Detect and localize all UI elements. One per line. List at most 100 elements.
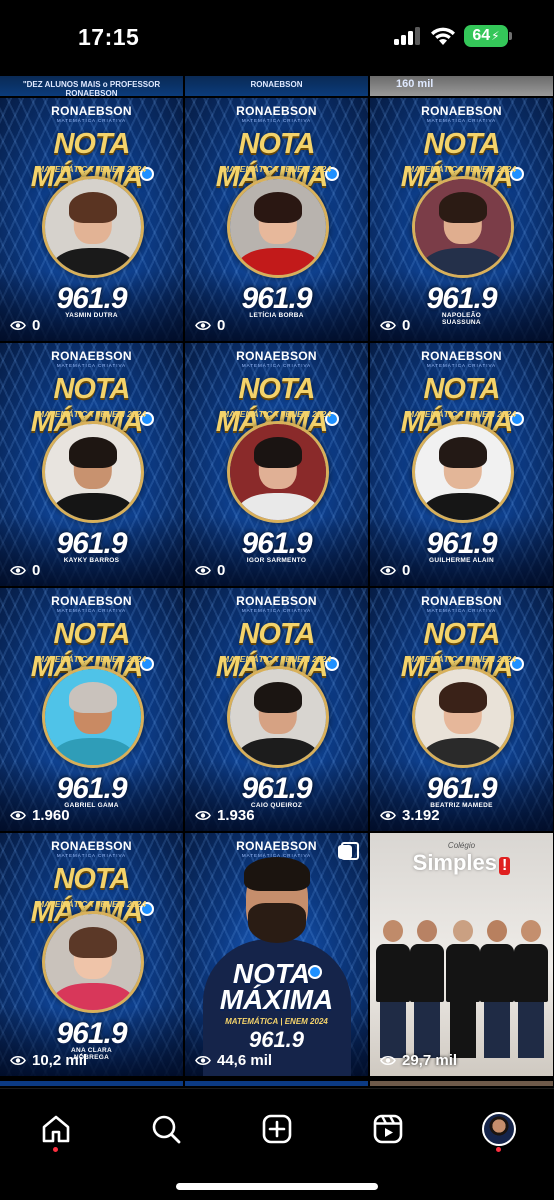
brand-logo: RONAEBSON [236, 594, 317, 608]
post-tile[interactable]: RONAEBSON MATEMÁTICA CRIATIVA NOTA MÁXIMA M… [0, 343, 183, 586]
simples-post-tile[interactable]: Colégio Simples! 29,7 mil [370, 833, 553, 1076]
student-photo [42, 666, 144, 768]
battery-tip [509, 32, 512, 40]
brand-tagline: MATEMÁTICA CRIATIVA [56, 608, 127, 613]
brand-tagline: MATEMÁTICA CRIATIVA [56, 853, 127, 858]
student-score: 961.9 [241, 282, 312, 315]
view-count-value: 0 [32, 317, 41, 334]
partial-post-text: RONAEBSON [250, 80, 303, 89]
brand-tagline: MATEMÁTICA CRIATIVA [56, 118, 127, 123]
view-count: 3.192 [380, 807, 440, 824]
views-eye-icon [380, 320, 396, 331]
tab-create[interactable] [257, 1109, 297, 1149]
post-subheadline: MATEMÁTICA | ENEM 2024 [221, 409, 332, 419]
view-count-value: 44,6 mil [217, 1052, 273, 1069]
view-count-value: 0 [32, 562, 41, 579]
group-person [480, 920, 514, 1058]
view-count-value: 1.936 [217, 807, 255, 824]
partial-post[interactable]: 160 mil [370, 76, 553, 96]
post-subheadline: MATEMÁTICA | ENEM 2024 [406, 164, 517, 174]
tab-reels[interactable] [368, 1109, 408, 1149]
battery-indicator: 64 ⚡ [464, 25, 508, 47]
student-score: 961.9 [56, 772, 127, 805]
search-icon [152, 1115, 181, 1144]
partial-post[interactable] [370, 1081, 553, 1086]
tab-profile[interactable] [479, 1109, 519, 1149]
post-subheadline: MATEMÁTICA | ENEM 2024 [36, 409, 147, 419]
group-person [514, 920, 548, 1058]
post-subheadline: MATEMÁTICA | ENEM 2024 [406, 409, 517, 419]
view-count: 0 [380, 317, 410, 334]
view-count: 1.936 [195, 807, 255, 824]
brand-logo: RONAEBSON [51, 594, 132, 608]
view-count-value: 0 [402, 562, 411, 579]
student-photo [227, 176, 329, 278]
brand-logo: RONAEBSON [421, 349, 502, 363]
views-eye-icon [10, 565, 26, 576]
group-person [376, 920, 410, 1058]
post-tile[interactable]: RONAEBSON MATEMÁTICA CRIATIVA NOTA MÁXIMA M… [185, 343, 368, 586]
student-score: 961.9 [241, 527, 312, 560]
views-eye-icon [380, 810, 396, 821]
view-count-value: 0 [217, 562, 226, 579]
view-count: 0 [10, 562, 40, 579]
posts-grid[interactable]: "DEZ ALUNOS MAIS o PROFESSOR RONAEBSON R… [0, 76, 554, 1086]
post-tile[interactable]: RONAEBSON MATEMÁTICA CRIATIVA NOTA MÁXIMA M… [370, 343, 553, 586]
view-count-value: 10,2 mil [32, 1052, 88, 1069]
brand-logo: RONAEBSON [51, 104, 132, 118]
status-bar: 17:15 64 ⚡ [0, 0, 554, 76]
view-count-value: 0 [402, 317, 411, 334]
feature-score: 961.9 [248, 1027, 305, 1052]
student-photo [42, 176, 144, 278]
feature-headline: NOTA MÁXIMA [185, 960, 368, 1014]
wifi-icon [431, 27, 455, 45]
post-tile[interactable]: RONAEBSON MATEMÁTICA CRIATIVA NOTA MÁXIMA M… [370, 98, 553, 341]
battery-level: 64 [472, 27, 491, 44]
student-score: 961.9 [426, 772, 497, 805]
brand-tagline: MATEMÁTICA CRIATIVA [426, 363, 497, 368]
feature-subheadline: MATEMÁTICA | ENEM 2024 [225, 1017, 328, 1026]
brand-tagline: MATEMÁTICA CRIATIVA [426, 608, 497, 613]
student-photo [412, 421, 514, 523]
group-person [410, 920, 444, 1058]
brand-tagline: MATEMÁTICA CRIATIVA [241, 363, 312, 368]
partial-post[interactable]: RONAEBSON [185, 76, 368, 96]
view-count: 0 [195, 562, 225, 579]
post-tile[interactable]: RONAEBSON MATEMÁTICA CRIATIVA NOTA MÁXIMA M… [0, 833, 183, 1076]
tab-search[interactable] [146, 1109, 186, 1149]
views-eye-icon [380, 565, 396, 576]
brand-logo: RONAEBSON [51, 839, 132, 853]
brand-logo: RONAEBSON [421, 104, 502, 118]
post-tile[interactable]: RONAEBSON MATEMÁTICA CRIATIVA NOTA MÁXIMA M… [185, 98, 368, 341]
tab-home[interactable] [36, 1109, 76, 1149]
post-subheadline: MATEMÁTICA | ENEM 2024 [36, 899, 147, 909]
simples-logo-small: Colégio [447, 841, 476, 850]
view-count-value: 29,7 mil [402, 1052, 458, 1069]
views-eye-icon [195, 1055, 211, 1066]
feature-post-tile[interactable]: RONAEBSON MATEMÁTICA CRIATIVA NOTA MÁXIMA MA… [185, 833, 368, 1076]
partial-post[interactable]: "DEZ ALUNOS MAIS o PROFESSOR RONAEBSON [0, 76, 183, 96]
post-tile[interactable]: RONAEBSON MATEMÁTICA CRIATIVA NOTA MÁXIMA M… [370, 588, 553, 831]
post-tile[interactable]: RONAEBSON MATEMÁTICA CRIATIVA NOTA MÁXIMA M… [0, 98, 183, 341]
post-tile[interactable]: RONAEBSON MATEMÁTICA CRIATIVA NOTA MÁXIMA M… [185, 588, 368, 831]
student-photo [42, 911, 144, 1013]
partial-post[interactable] [0, 1081, 183, 1086]
post-subheadline: MATEMÁTICA | ENEM 2024 [221, 654, 332, 664]
group-person [446, 920, 480, 1058]
partial-post[interactable] [185, 1081, 368, 1086]
partial-post-views: 160 mil [396, 78, 434, 90]
post-subheadline: MATEMÁTICA | ENEM 2024 [36, 654, 147, 664]
view-count-value: 1.960 [32, 807, 70, 824]
post-tile[interactable]: RONAEBSON MATEMÁTICA CRIATIVA NOTA MÁXIMA M… [0, 588, 183, 831]
home-icon [42, 1115, 70, 1143]
student-score: 961.9 [426, 282, 497, 315]
view-count: 0 [195, 317, 225, 334]
simples-logo-mark: ! [499, 857, 511, 875]
home-notification-dot [53, 1147, 58, 1152]
student-score: 961.9 [56, 1017, 127, 1050]
signal-icon [394, 27, 422, 45]
view-count: 0 [10, 317, 40, 334]
brand-logo: RONAEBSON [236, 104, 317, 118]
brand-tagline: MATEMÁTICA CRIATIVA [241, 118, 312, 123]
brand-tagline: MATEMÁTICA CRIATIVA [426, 118, 497, 123]
